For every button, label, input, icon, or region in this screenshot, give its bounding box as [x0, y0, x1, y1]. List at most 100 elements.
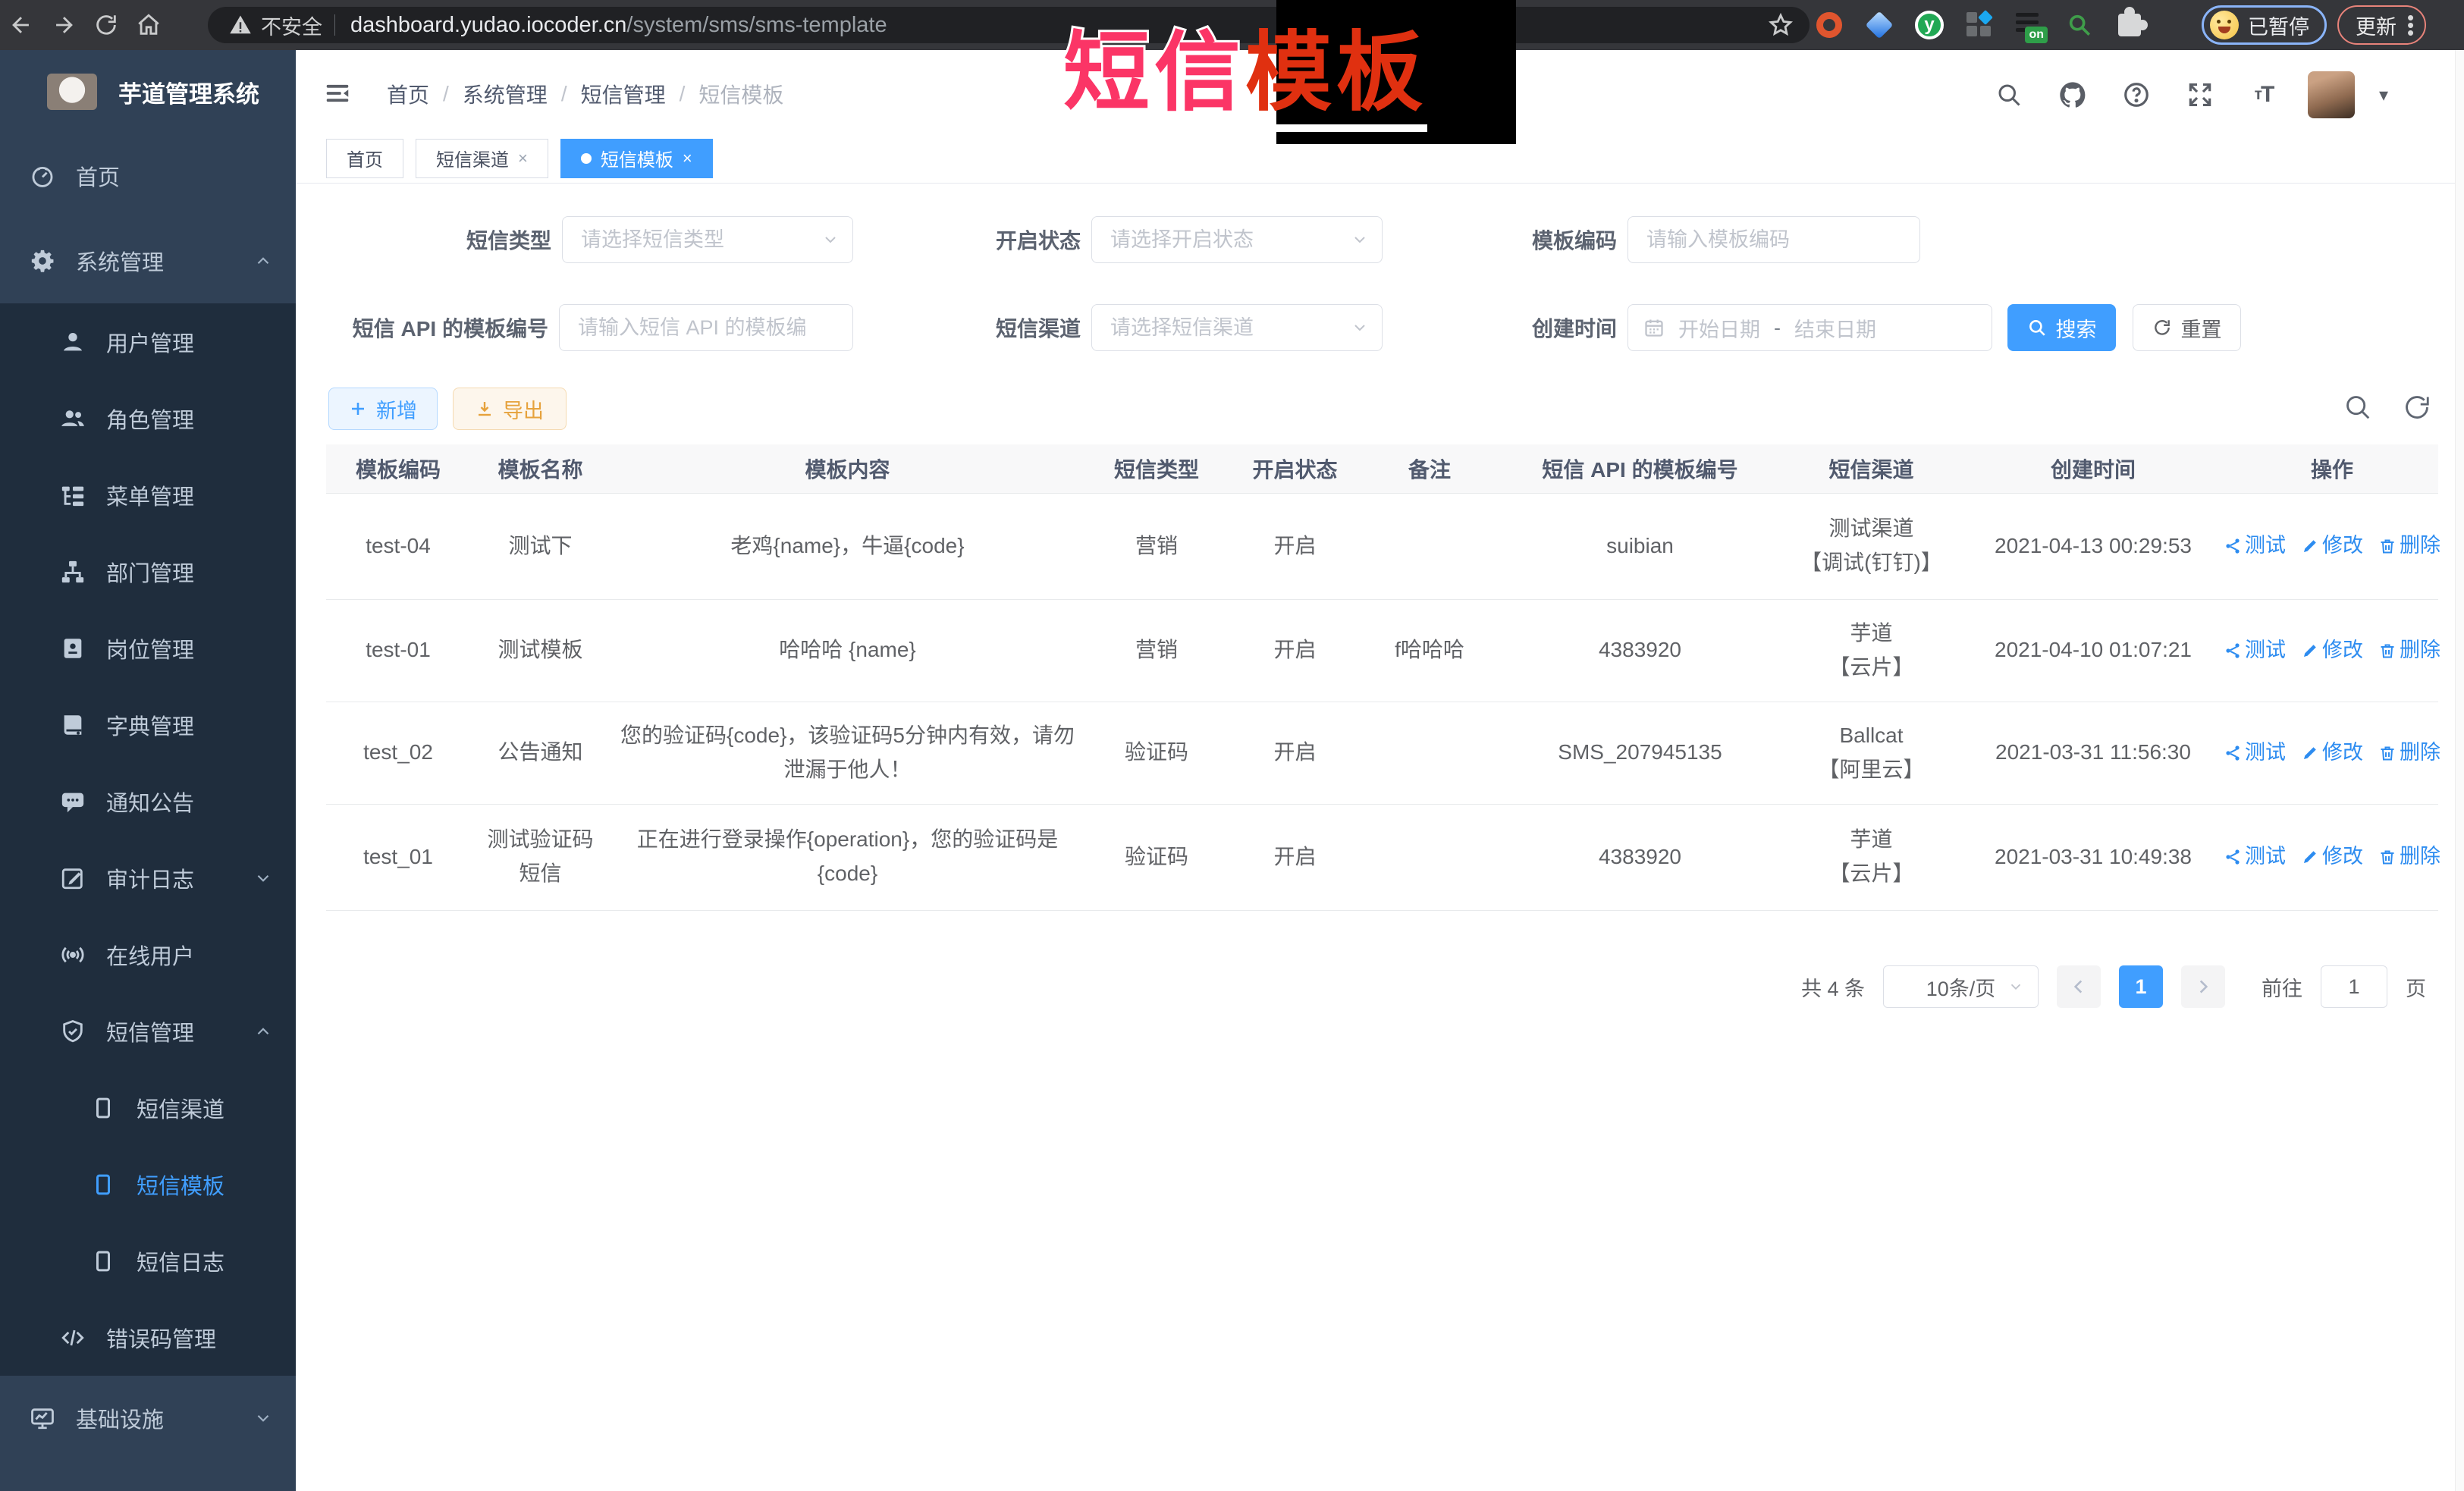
user-avatar[interactable] — [2308, 71, 2355, 118]
sidebar-item-user-mgmt[interactable]: 用户管理 — [0, 303, 296, 380]
search-icon[interactable] — [1989, 75, 2029, 115]
page-size-select[interactable]: 10条/页 — [1883, 965, 2039, 1008]
fullscreen-icon[interactable] — [2180, 75, 2220, 115]
chat-bubble-icon — [59, 789, 86, 815]
sidebar-item-sms-channel[interactable]: 短信渠道 — [0, 1069, 296, 1146]
pagination: 共 4 条 10条/页 1 前往 页 — [1801, 965, 2426, 1008]
extension-grid-icon[interactable] — [1964, 10, 1995, 40]
test-action[interactable]: 测试 — [2224, 840, 2286, 873]
sidebar-item-sms-mgmt[interactable]: 短信管理 — [0, 993, 296, 1069]
sidebar-item-system-mgmt[interactable]: 系统管理 — [0, 218, 296, 303]
prev-page-button[interactable] — [2057, 965, 2101, 1008]
sidebar-item-notice[interactable]: 通知公告 — [0, 763, 296, 840]
profile-status-label: 已暂停 — [2248, 11, 2309, 40]
security-warning-icon — [229, 14, 252, 36]
delete-action[interactable]: 删除 — [2378, 736, 2440, 769]
delete-action[interactable]: 删除 — [2378, 529, 2440, 562]
browser-profile-button[interactable]: 已暂停 — [2202, 5, 2327, 45]
github-icon[interactable] — [2053, 75, 2092, 115]
browser-update-button[interactable]: 更新 ••• — [2337, 5, 2426, 45]
add-button[interactable]: 新增 — [328, 388, 438, 430]
annotation-title: 短信模板 — [1063, 30, 1427, 117]
table-row[interactable]: test-04 测试下 老鸡{name}，牛逼{code} 营销 开启 suib… — [326, 493, 2438, 599]
breadcrumb-home[interactable]: 首页 — [387, 79, 429, 109]
test-action[interactable]: 测试 — [2224, 634, 2286, 667]
users-icon — [59, 406, 86, 432]
table-row[interactable]: test_02 公告通知 您的验证码{code}，该验证码5分钟内有效，请勿泄漏… — [326, 702, 2438, 804]
sidebar-collapse-icon[interactable] — [323, 79, 352, 108]
extension-magnifier-icon[interactable] — [2064, 10, 2095, 40]
sidebar-item-role-mgmt[interactable]: 角色管理 — [0, 380, 296, 457]
next-page-button[interactable] — [2181, 965, 2225, 1008]
refresh-icon — [2152, 318, 2172, 337]
help-icon[interactable] — [2117, 75, 2156, 115]
date-range-picker[interactable]: 开始日期 - 结束日期 — [1627, 304, 1992, 351]
font-size-icon[interactable]: тT — [2244, 75, 2284, 115]
sidebar-item-dept-mgmt[interactable]: 部门管理 — [0, 533, 296, 610]
table-search-toggle-icon[interactable] — [2343, 393, 2372, 422]
bookmark-star-icon[interactable] — [1759, 4, 1802, 46]
avatar-dropdown-caret-icon[interactable]: ▾ — [2379, 84, 2388, 106]
edit-action[interactable]: 修改 — [2301, 840, 2363, 873]
close-icon[interactable]: × — [683, 149, 692, 168]
share-icon — [2224, 744, 2242, 762]
sidebar-item-sms-log[interactable]: 短信日志 — [0, 1223, 296, 1299]
sidebar-item-online-users[interactable]: 在线用户 — [0, 916, 296, 993]
extensions-puzzle-icon[interactable] — [2114, 10, 2145, 40]
browser-menu-kebab-icon[interactable]: ••• — [2407, 14, 2414, 36]
export-button[interactable]: 导出 — [453, 388, 567, 430]
table-row[interactable]: test-01 测试模板 哈哈哈 {name} 营销 开启 f哈哈哈 43839… — [326, 599, 2438, 702]
extension-blue-pin-icon[interactable] — [1864, 10, 1894, 40]
test-action[interactable]: 测试 — [2224, 736, 2286, 769]
tab-sms-template[interactable]: 短信模板 × — [560, 139, 713, 178]
edit-action[interactable]: 修改 — [2301, 736, 2363, 769]
browser-back-button[interactable] — [0, 4, 42, 46]
tab-home[interactable]: 首页 — [326, 139, 403, 178]
sidebar-item-error-code[interactable]: 错误码管理 — [0, 1299, 296, 1376]
breadcrumb-sms[interactable]: 短信管理 — [581, 79, 666, 109]
monitor-icon — [29, 1405, 56, 1431]
edit-icon — [2301, 537, 2319, 555]
breadcrumb-system[interactable]: 系统管理 — [463, 79, 548, 109]
extension-list-on-icon[interactable]: on — [2014, 10, 2045, 40]
delete-action[interactable]: 删除 — [2378, 634, 2440, 667]
sidebar-item-home[interactable]: 首页 — [0, 133, 296, 218]
date-end-placeholder: 结束日期 — [1794, 313, 1876, 343]
extension-green-y-icon[interactable]: y — [1914, 10, 1945, 40]
template-code-input[interactable] — [1627, 216, 1920, 263]
sidebar-item-menu-mgmt[interactable]: 菜单管理 — [0, 457, 296, 533]
sms-type-select[interactable] — [562, 216, 853, 263]
close-icon[interactable]: × — [518, 149, 528, 168]
test-action[interactable]: 测试 — [2224, 529, 2286, 562]
scrollbar-track[interactable] — [2455, 50, 2464, 1491]
header-actions: тT ▾ — [1989, 71, 2388, 118]
url-bar[interactable]: 不安全 dashboard.yudao.iocoder.cn/system/sm… — [208, 7, 1810, 43]
extension-orange-ring-icon[interactable] — [1814, 10, 1844, 40]
edit-action[interactable]: 修改 — [2301, 529, 2363, 562]
browser-reload-button[interactable] — [85, 4, 127, 46]
sidebar-item-dict-mgmt[interactable]: 字典管理 — [0, 686, 296, 763]
table-row[interactable]: test_01 测试验证码短信 正在进行登录操作{operation}，您的验证… — [326, 804, 2438, 910]
channel-select[interactable] — [1091, 304, 1383, 351]
filter-template-code: 模板编码 — [1502, 216, 1920, 263]
sidebar-item-audit-log[interactable]: 审计日志 — [0, 840, 296, 916]
browser-home-button[interactable] — [127, 4, 170, 46]
goto-page-input[interactable] — [2321, 965, 2387, 1008]
delete-action[interactable]: 删除 — [2378, 840, 2440, 873]
user-icon — [59, 329, 86, 355]
sidebar-item-sms-template[interactable]: 短信模板 — [0, 1146, 296, 1223]
sidebar-logo[interactable]: 芋道管理系统 — [0, 50, 296, 133]
browser-forward-button[interactable] — [42, 4, 85, 46]
edit-action[interactable]: 修改 — [2301, 634, 2363, 667]
tab-sms-channel[interactable]: 短信渠道 × — [416, 139, 548, 178]
current-page-button[interactable]: 1 — [2119, 965, 2163, 1008]
api-template-id-input[interactable] — [559, 304, 853, 351]
sidebar-item-post-mgmt[interactable]: 岗位管理 — [0, 610, 296, 686]
status-select[interactable] — [1091, 216, 1383, 263]
search-button[interactable]: 搜索 — [2007, 304, 2116, 351]
reset-button[interactable]: 重置 — [2133, 304, 2241, 351]
edit-icon — [2301, 744, 2319, 762]
table-refresh-icon[interactable] — [2403, 393, 2431, 422]
trash-icon — [2378, 642, 2397, 660]
sidebar-item-infrastructure[interactable]: 基础设施 — [0, 1376, 296, 1461]
